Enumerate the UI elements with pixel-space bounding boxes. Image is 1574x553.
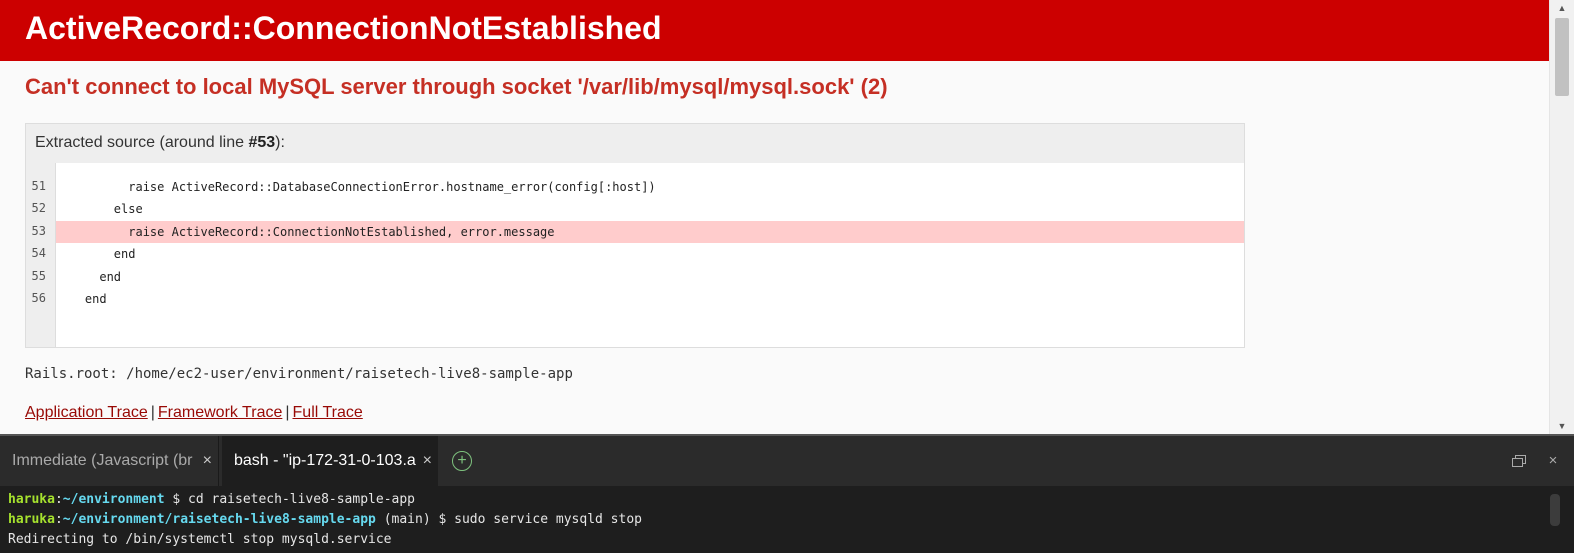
terminal-line: haruka:~/environment $ cd raisetech-live… [8, 490, 415, 510]
scrollbar-thumb[interactable] [1555, 18, 1569, 96]
code-line: raise ActiveRecord::DatabaseConnectionEr… [56, 180, 656, 194]
terminal-line: Redirecting to /bin/systemctl stop mysql… [8, 530, 392, 550]
terminal-output[interactable]: haruka:~/environment $ cd raisetech-live… [0, 488, 1574, 553]
terminal-tab-bar: Immediate (Javascript (br × bash - "ip-1… [0, 436, 1574, 486]
extracted-source-box: Extracted source (around line #53): 51 5… [25, 123, 1245, 348]
code-line: end [56, 247, 136, 261]
restore-window-icon [1512, 455, 1526, 467]
tab-label: bash - "ip-172-31-0-103.a [234, 452, 416, 469]
prompt-path: ~/environment/raisetech-live8-sample-app [62, 512, 376, 527]
line-number-gutter: 51 52 53 54 55 56 [26, 163, 56, 347]
scroll-down-icon[interactable]: ▼ [1550, 418, 1574, 434]
error-title: ActiveRecord::ConnectionNotEstablished [25, 10, 662, 46]
framework-trace-link[interactable]: Framework Trace [158, 404, 282, 421]
line-number: 56 [31, 291, 46, 305]
browser-error-page: ActiveRecord::ConnectionNotEstablished C… [0, 0, 1574, 434]
command-text: (main) $ sudo service mysqld stop [375, 512, 642, 527]
prompt-path: ~/environment [62, 492, 165, 507]
source-title-line: #53 [248, 134, 276, 151]
code-line-highlighted: raise ActiveRecord::ConnectionNotEstabli… [56, 221, 1244, 243]
application-trace-link[interactable]: Application Trace [25, 404, 148, 421]
line-number: 55 [31, 269, 46, 283]
code-line: end [56, 270, 122, 284]
line-number: 52 [31, 201, 46, 215]
scroll-up-icon[interactable]: ▲ [1550, 0, 1574, 16]
prompt-separator: : [54, 512, 63, 527]
line-number: 53 [31, 224, 46, 238]
prompt-user: haruka [8, 492, 55, 507]
code-line: end [56, 292, 107, 306]
code-line: else [56, 202, 143, 216]
extracted-source-title: Extracted source (around line #53): [26, 124, 1244, 163]
prompt-user: haruka [8, 512, 55, 527]
screen: ActiveRecord::ConnectionNotEstablished C… [0, 0, 1574, 553]
terminal-panel: Immediate (Javascript (br × bash - "ip-1… [0, 434, 1574, 553]
terminal-scrollbar-thumb[interactable] [1550, 494, 1560, 526]
close-panel-button[interactable]: × [1543, 451, 1563, 471]
terminal-line: haruka:~/environment/raisetech-live8-sam… [8, 510, 642, 530]
tab-label: Immediate (Javascript (br [12, 452, 193, 469]
trace-separator: | [285, 404, 290, 421]
command-text: $ cd raisetech-live8-sample-app [164, 492, 415, 507]
error-message: Can't connect to local MySQL server thro… [25, 74, 888, 99]
rails-root: Rails.root: /home/ec2-user/environment/r… [25, 366, 573, 382]
close-icon[interactable]: × [423, 436, 432, 486]
add-tab-icon[interactable]: + [452, 451, 472, 471]
tab-bash[interactable]: bash - "ip-172-31-0-103.a × [222, 436, 438, 486]
error-header: ActiveRecord::ConnectionNotEstablished [0, 0, 1549, 61]
line-number: 51 [31, 179, 46, 193]
full-trace-link[interactable]: Full Trace [293, 404, 363, 421]
prompt-separator: : [54, 492, 63, 507]
close-icon[interactable]: × [203, 436, 212, 486]
source-title-suffix: ): [275, 134, 285, 151]
trace-links: Application Trace | Framework Trace | Full T… [25, 404, 363, 422]
trace-separator: | [150, 404, 155, 421]
browser-scrollbar[interactable]: ▲ ▼ [1549, 0, 1574, 434]
maximize-panel-button[interactable] [1508, 451, 1528, 471]
tab-immediate[interactable]: Immediate (Javascript (br × [0, 436, 219, 486]
line-number: 54 [31, 246, 46, 260]
output-text: Redirecting to /bin/systemctl stop mysql… [8, 532, 392, 547]
source-title-prefix: Extracted source (around line [35, 134, 249, 151]
